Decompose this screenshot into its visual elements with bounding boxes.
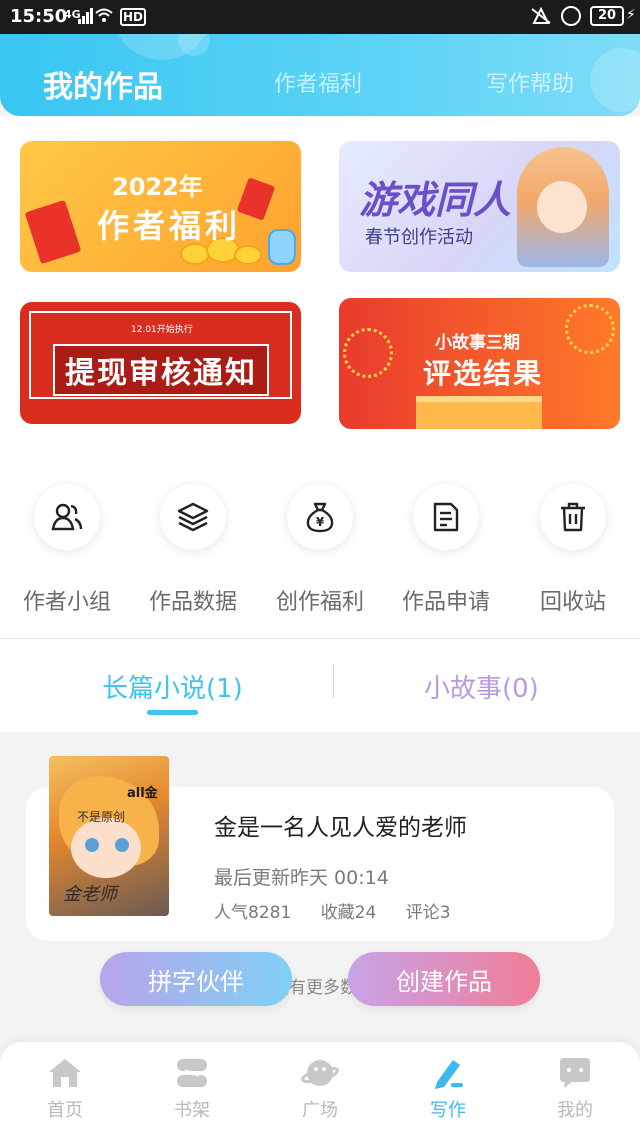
nav-plaza[interactable]: 广场 <box>270 1056 370 1122</box>
author-group-button[interactable] <box>34 484 100 550</box>
work-stats: 人气8281 收藏24 评论3 <box>214 898 475 923</box>
work-data-button[interactable] <box>160 484 226 550</box>
work-last-update: 最后更新昨天 00:14 <box>214 867 389 889</box>
home-icon <box>49 1059 81 1087</box>
nav-label-home: 首页 <box>47 1100 83 1121</box>
banner-story-results[interactable]: 小故事三期 评选结果 <box>339 298 620 429</box>
work-comments: 评论3 <box>405 903 451 923</box>
banner-game-title: 游戏同人 <box>359 177 512 222</box>
layers-icon <box>177 502 209 532</box>
document-icon <box>433 502 459 532</box>
nav-write[interactable]: 写作 <box>398 1056 498 1122</box>
tab-long-novel[interactable]: 长篇小说(1) <box>102 668 243 705</box>
cover-eye <box>115 838 129 852</box>
nav-mine[interactable]: 我的 <box>525 1056 625 1122</box>
banner-game-fanfic[interactable]: 游戏同人 春节创作活动 <box>339 141 620 272</box>
create-work-button[interactable]: 创建作品 <box>348 952 540 1006</box>
mute-icon <box>531 7 551 24</box>
nav-home[interactable]: 首页 <box>15 1056 115 1122</box>
charging-icon: ⚡ <box>626 7 636 23</box>
red-envelope-icon <box>236 177 276 221</box>
tool-label-work-application: 作品申请 <box>401 590 490 615</box>
tab-short-story[interactable]: 小故事(0) <box>424 668 539 705</box>
wifi-icon <box>95 8 113 22</box>
status-time: 15:50 <box>10 6 68 27</box>
work-title[interactable]: 金是一名人见人爱的老师 <box>214 808 467 842</box>
banner-author-welfare[interactable]: 2022年 作者福利 <box>20 141 301 272</box>
stage-decoration <box>416 396 542 429</box>
firework-decoration <box>343 328 393 378</box>
tab-writing-help[interactable]: 写作帮助 <box>486 66 574 98</box>
svg-text:¥: ¥ <box>316 515 325 529</box>
writing-partner-button[interactable]: 拼字伙伴 <box>100 952 292 1006</box>
tool-label-creation-welfare: 创作福利 <box>275 590 364 615</box>
cover-brand: all金 <box>127 786 158 801</box>
nav-bookshelf[interactable]: 书架 <box>142 1056 242 1122</box>
anime-girl-face <box>537 181 587 233</box>
pen-icon <box>435 1060 463 1089</box>
work-popularity: 人气8281 <box>214 903 292 923</box>
tab-author-welfare[interactable]: 作者福利 <box>274 66 362 98</box>
banner-withdraw-date: 12.01开始执行 <box>131 325 193 335</box>
nav-label-bookshelf: 书架 <box>174 1100 210 1121</box>
planet-icon <box>301 1060 339 1086</box>
red-envelope-icon <box>24 199 82 265</box>
lock-icon <box>561 6 581 26</box>
status-bar: 15:50 4G HD 20 ⚡ <box>0 0 640 34</box>
cover-face <box>71 818 141 878</box>
trash-icon <box>561 502 585 532</box>
recycle-bin-button[interactable] <box>540 484 606 550</box>
banner-story-title: 评选结果 <box>423 357 544 390</box>
banner-welfare-title: 作者福利 <box>97 207 242 245</box>
battery-indicator: 20 <box>590 6 624 26</box>
decor-bubble <box>590 48 640 112</box>
banner-story-subtitle: 小故事三期 <box>435 333 520 353</box>
active-tab-indicator <box>147 710 198 715</box>
banner-withdraw-notice[interactable]: 12.01开始执行 提现审核通知 <box>20 302 301 424</box>
coin-icon <box>234 245 262 265</box>
cover-name: 金老师 <box>63 884 117 905</box>
users-icon <box>51 503 83 531</box>
signal-icon <box>78 8 93 24</box>
creation-welfare-button[interactable]: ¥ <box>287 484 353 550</box>
tool-label-author-group: 作者小组 <box>22 590 111 615</box>
cover-subtitle: 不是原创 <box>77 810 126 824</box>
hd-badge: HD <box>120 8 147 26</box>
banner-withdraw-title: 提现审核通知 <box>53 344 269 396</box>
nav-label-mine: 我的 <box>557 1100 593 1121</box>
banner-welfare-year: 2022年 <box>112 173 203 201</box>
nav-label-write: 写作 <box>430 1100 466 1121</box>
tool-label-recycle-bin: 回收站 <box>539 590 606 615</box>
tab-separator <box>333 664 334 698</box>
chat-bubble-icon <box>560 1058 590 1088</box>
cover-eye <box>85 838 99 852</box>
firework-decoration <box>565 304 615 354</box>
nav-label-plaza: 广场 <box>302 1100 338 1121</box>
tool-label-work-data: 作品数据 <box>148 590 237 615</box>
tab-my-works[interactable]: 我的作品 <box>43 62 163 106</box>
section-divider <box>0 638 640 639</box>
work-favorites: 收藏24 <box>320 903 377 923</box>
coin-icon <box>268 229 296 265</box>
bookshelf-icon <box>177 1059 207 1087</box>
work-application-button[interactable] <box>413 484 479 550</box>
banner-game-subtitle: 春节创作活动 <box>365 227 473 248</box>
work-cover-image[interactable]: all金 不是原创 金老师 <box>49 756 169 916</box>
money-bag-icon: ¥ <box>306 502 334 533</box>
